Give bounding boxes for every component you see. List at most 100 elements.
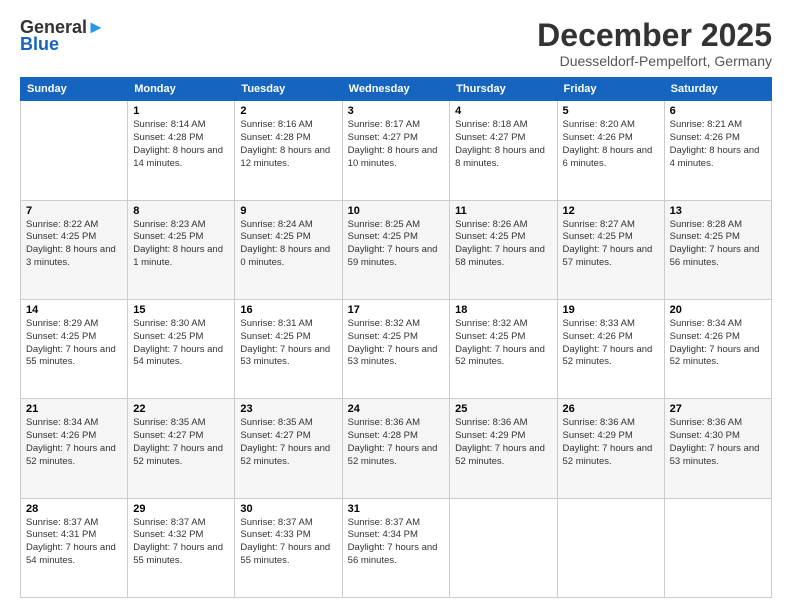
table-row xyxy=(557,498,664,597)
table-row: 19Sunrise: 8:33 AMSunset: 4:26 PMDayligh… xyxy=(557,299,664,398)
table-row: 4 Sunrise: 8:18 AMSunset: 4:27 PMDaylight… xyxy=(450,101,557,200)
day-number: 4 xyxy=(455,105,551,117)
day-info: Sunrise: 8:36 AMSunset: 4:29 PMDaylight:… xyxy=(563,417,653,466)
table-row: 16 Sunrise: 8:31 AMSunset: 4:25 PMDayligh… xyxy=(235,299,342,398)
day-info: Sunrise: 8:17 AMSunset: 4:27 PMDaylight:… xyxy=(348,119,438,168)
table-row: 7 Sunrise: 8:22 AMSunset: 4:25 PMDaylight… xyxy=(21,200,128,299)
day-number: 30 xyxy=(240,503,336,515)
day-info: Sunrise: 8:34 AMSunset: 4:26 PMDaylight:… xyxy=(26,417,116,466)
day-number: 17 xyxy=(348,304,445,316)
col-monday: Monday xyxy=(128,78,235,101)
table-row: 13 Sunrise: 8:28 AMSunset: 4:25 PMDayligh… xyxy=(664,200,771,299)
day-info: Sunrise: 8:29 AMSunset: 4:25 PMDaylight:… xyxy=(26,318,116,367)
day-number: 1 xyxy=(133,105,229,117)
col-sunday: Sunday xyxy=(21,78,128,101)
day-number: 26 xyxy=(563,403,659,415)
day-number: 6 xyxy=(670,105,766,117)
table-row: 28 Sunrise: 8:37 AMSunset: 4:31 PMDayligh… xyxy=(21,498,128,597)
day-number: 12 xyxy=(563,205,659,217)
day-number: 10 xyxy=(348,205,445,217)
table-row: 11 Sunrise: 8:26 AMSunset: 4:25 PMDayligh… xyxy=(450,200,557,299)
day-number: 14 xyxy=(26,304,122,316)
day-info: Sunrise: 8:32 AMSunset: 4:25 PMDaylight:… xyxy=(348,318,438,367)
day-info: Sunrise: 8:24 AMSunset: 4:25 PMDaylight:… xyxy=(240,219,330,268)
table-row: 5 Sunrise: 8:20 AMSunset: 4:26 PMDaylight… xyxy=(557,101,664,200)
table-row: 23Sunrise: 8:35 AMSunset: 4:27 PMDayligh… xyxy=(235,399,342,498)
table-row xyxy=(450,498,557,597)
day-number: 22 xyxy=(133,403,229,415)
day-info: Sunrise: 8:14 AMSunset: 4:28 PMDaylight:… xyxy=(133,119,223,168)
day-number: 24 xyxy=(348,403,445,415)
day-number: 20 xyxy=(670,304,766,316)
table-row: 25Sunrise: 8:36 AMSunset: 4:29 PMDayligh… xyxy=(450,399,557,498)
logo-blue-text: Blue xyxy=(20,34,59,55)
day-number: 3 xyxy=(348,105,445,117)
day-info: Sunrise: 8:32 AMSunset: 4:25 PMDaylight:… xyxy=(455,318,545,367)
col-saturday: Saturday xyxy=(664,78,771,101)
day-info: Sunrise: 8:22 AMSunset: 4:25 PMDaylight:… xyxy=(26,219,116,268)
table-row: 1 Sunrise: 8:14 AMSunset: 4:28 PMDaylight… xyxy=(128,101,235,200)
calendar-header-row: Sunday Monday Tuesday Wednesday Thursday… xyxy=(21,78,772,101)
day-number: 28 xyxy=(26,503,122,515)
location: Duesseldorf-Pempelfort, Germany xyxy=(537,53,772,69)
day-info: Sunrise: 8:28 AMSunset: 4:25 PMDaylight:… xyxy=(670,219,760,268)
table-row: 30 Sunrise: 8:37 AMSunset: 4:33 PMDayligh… xyxy=(235,498,342,597)
month-title: December 2025 xyxy=(537,18,772,53)
table-row: 26 Sunrise: 8:36 AMSunset: 4:29 PMDayligh… xyxy=(557,399,664,498)
day-info: Sunrise: 8:16 AMSunset: 4:28 PMDaylight:… xyxy=(240,119,330,168)
title-section: December 2025 Duesseldorf-Pempelfort, Ge… xyxy=(537,18,772,69)
table-row: 2 Sunrise: 8:16 AMSunset: 4:28 PMDaylight… xyxy=(235,101,342,200)
day-info: Sunrise: 8:23 AMSunset: 4:25 PMDaylight:… xyxy=(133,219,223,268)
table-row: 18 Sunrise: 8:32 AMSunset: 4:25 PMDayligh… xyxy=(450,299,557,398)
day-number: 13 xyxy=(670,205,766,217)
table-row: 17 Sunrise: 8:32 AMSunset: 4:25 PMDayligh… xyxy=(342,299,450,398)
table-row: 27 Sunrise: 8:36 AMSunset: 4:30 PMDayligh… xyxy=(664,399,771,498)
day-info: Sunrise: 8:35 AMSunset: 4:27 PMDaylight:… xyxy=(133,417,223,466)
table-row: 8 Sunrise: 8:23 AMSunset: 4:25 PMDaylight… xyxy=(128,200,235,299)
table-row: 24 Sunrise: 8:36 AMSunset: 4:28 PMDayligh… xyxy=(342,399,450,498)
table-row: 21Sunrise: 8:34 AMSunset: 4:26 PMDayligh… xyxy=(21,399,128,498)
calendar-table: Sunday Monday Tuesday Wednesday Thursday… xyxy=(20,77,772,598)
day-number: 25 xyxy=(455,403,551,415)
day-number: 2 xyxy=(240,105,336,117)
day-info: Sunrise: 8:33 AMSunset: 4:26 PMDaylight:… xyxy=(563,318,653,367)
day-number: 7 xyxy=(26,205,122,217)
col-wednesday: Wednesday xyxy=(342,78,450,101)
table-row: 3 Sunrise: 8:17 AMSunset: 4:27 PMDaylight… xyxy=(342,101,450,200)
day-number: 27 xyxy=(670,403,766,415)
day-number: 18 xyxy=(455,304,551,316)
day-number: 23 xyxy=(240,403,336,415)
day-info: Sunrise: 8:37 AMSunset: 4:33 PMDaylight:… xyxy=(240,517,330,566)
day-info: Sunrise: 8:20 AMSunset: 4:26 PMDaylight:… xyxy=(563,119,653,168)
table-row: 14 Sunrise: 8:29 AMSunset: 4:25 PMDayligh… xyxy=(21,299,128,398)
day-info: Sunrise: 8:36 AMSunset: 4:30 PMDaylight:… xyxy=(670,417,760,466)
day-number: 31 xyxy=(348,503,445,515)
table-row xyxy=(21,101,128,200)
day-info: Sunrise: 8:26 AMSunset: 4:25 PMDaylight:… xyxy=(455,219,545,268)
day-number: 9 xyxy=(240,205,336,217)
logo: General► Blue xyxy=(20,18,105,55)
day-number: 5 xyxy=(563,105,659,117)
day-number: 8 xyxy=(133,205,229,217)
day-info: Sunrise: 8:36 AMSunset: 4:28 PMDaylight:… xyxy=(348,417,438,466)
day-info: Sunrise: 8:31 AMSunset: 4:25 PMDaylight:… xyxy=(240,318,330,367)
day-info: Sunrise: 8:25 AMSunset: 4:25 PMDaylight:… xyxy=(348,219,438,268)
day-info: Sunrise: 8:30 AMSunset: 4:25 PMDaylight:… xyxy=(133,318,223,367)
day-info: Sunrise: 8:37 AMSunset: 4:32 PMDaylight:… xyxy=(133,517,223,566)
day-number: 29 xyxy=(133,503,229,515)
table-row: 29 Sunrise: 8:37 AMSunset: 4:32 PMDayligh… xyxy=(128,498,235,597)
day-number: 16 xyxy=(240,304,336,316)
day-number: 11 xyxy=(455,205,551,217)
day-info: Sunrise: 8:37 AMSunset: 4:34 PMDaylight:… xyxy=(348,517,438,566)
table-row: 15 Sunrise: 8:30 AMSunset: 4:25 PMDayligh… xyxy=(128,299,235,398)
day-info: Sunrise: 8:37 AMSunset: 4:31 PMDaylight:… xyxy=(26,517,116,566)
table-row: 31 Sunrise: 8:37 AMSunset: 4:34 PMDayligh… xyxy=(342,498,450,597)
day-number: 15 xyxy=(133,304,229,316)
table-row: 20 Sunrise: 8:34 AMSunset: 4:26 PMDayligh… xyxy=(664,299,771,398)
header: General► Blue December 2025 Duesseldorf-… xyxy=(20,18,772,69)
day-info: Sunrise: 8:34 AMSunset: 4:26 PMDaylight:… xyxy=(670,318,760,367)
table-row: 9 Sunrise: 8:24 AMSunset: 4:25 PMDaylight… xyxy=(235,200,342,299)
col-thursday: Thursday xyxy=(450,78,557,101)
day-info: Sunrise: 8:18 AMSunset: 4:27 PMDaylight:… xyxy=(455,119,545,168)
table-row: 22 Sunrise: 8:35 AMSunset: 4:27 PMDayligh… xyxy=(128,399,235,498)
